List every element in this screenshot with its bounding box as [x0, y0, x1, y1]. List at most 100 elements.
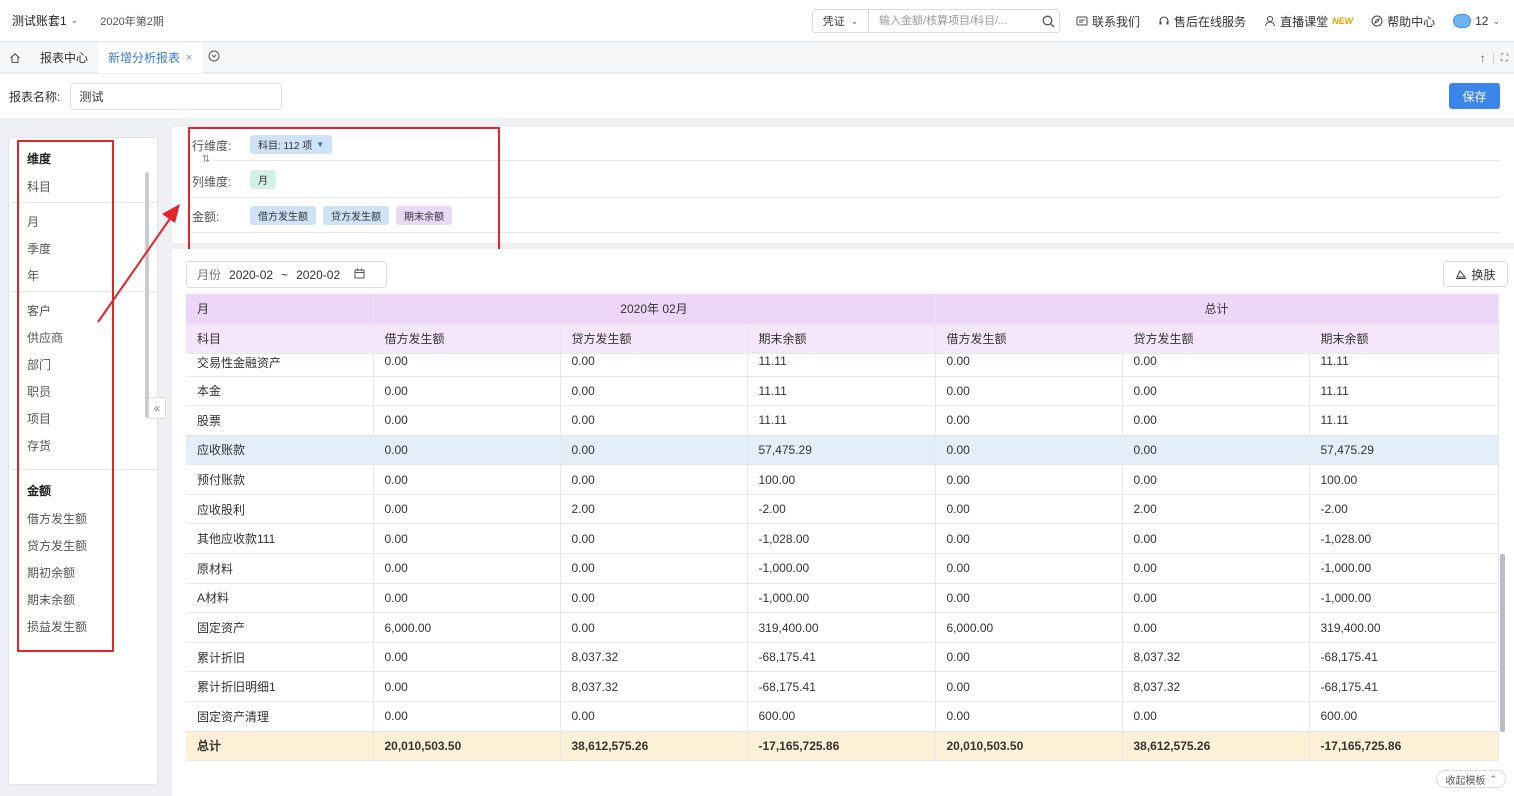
amount-cell: -1,028.00: [1309, 523, 1499, 555]
amount-cell: 0.00: [935, 553, 1123, 584]
amount-cell: 0.00: [1122, 701, 1310, 732]
table-row[interactable]: A材料 0.00 0.00 -1,000.00 0.00 0.00 -1,000.00: [186, 583, 1499, 614]
subject-cell: 应收账款: [186, 435, 374, 466]
amount-cell: 0.00: [373, 376, 561, 407]
amount-cell: 0.00: [373, 553, 561, 584]
amount-cell: -2.00: [747, 494, 936, 525]
amount-cell: 0.00: [935, 494, 1123, 525]
amount-cell: -68,175.41: [1309, 671, 1499, 703]
amount-cell: -2.00: [1309, 494, 1499, 525]
amount-cell: 0.00: [560, 583, 748, 614]
amount-cell: 2.00: [560, 494, 748, 525]
table-row[interactable]: 固定资产清理 0.00 0.00 600.00 0.00 0.00 600.00: [186, 701, 1499, 732]
amount-cell: 0.00: [1122, 583, 1310, 614]
amount-cell: 0.00: [935, 671, 1123, 703]
amount-cell: 0.00: [935, 701, 1123, 732]
subject-cell: 应收股利: [186, 494, 374, 525]
collapse-template-button[interactable]: 收起模板 ⌃: [1436, 770, 1506, 788]
table-row[interactable]: 固定资产 6,000.00 0.00 319,400.00 6,000.00 0.00 31…: [186, 612, 1499, 643]
amount-cell: 0.00: [373, 642, 561, 673]
amount-cell: 0.00: [560, 553, 748, 584]
table-row[interactable]: 股票 0.00 0.00 11.11 0.00 0.00 11.11: [186, 405, 1499, 436]
amount-cell: 57,475.29: [747, 435, 936, 466]
header-cell: 期末余额: [747, 324, 936, 354]
table-row[interactable]: 应收股利 0.00 2.00 -2.00 0.00 2.00 -2.00: [186, 494, 1499, 525]
table-row[interactable]: 本金 0.00 0.00 11.11 0.00 0.00 11.11: [186, 376, 1499, 407]
amount-cell: -1,000.00: [1309, 583, 1499, 614]
amount-cell: 100.00: [747, 464, 936, 495]
subject-cell: 本金: [186, 376, 374, 407]
amount-cell: 0.00: [935, 464, 1123, 495]
amount-cell: 11.11: [1309, 405, 1499, 436]
calendar-icon: [354, 268, 365, 282]
amount-cell: -68,175.41: [1309, 642, 1499, 673]
table-row[interactable]: 累计折旧 0.00 8,037.32 -68,175.41 0.00 8,037.32 -6…: [186, 642, 1499, 673]
amount-cell: 0.00: [373, 494, 561, 525]
header-cell: 贷方发生额: [560, 324, 748, 354]
amount-cell: 57,475.29: [1309, 435, 1499, 466]
subject-cell: 固定资产清理: [186, 701, 374, 732]
table-row[interactable]: 累计折旧明细1 0.00 8,037.32 -68,175.41 0.00 8,037.3…: [186, 671, 1499, 703]
table-total-row: 总计 20,010,503.50 38,612,575.26 -17,165,725.…: [186, 731, 1499, 761]
table-row[interactable]: 其他应收款111 0.00 0.00 -1,028.00 0.00 0.00 -1,028.…: [186, 523, 1499, 555]
amount-cell: 0.00: [560, 464, 748, 495]
subject-cell: 累计折旧明细1: [186, 671, 374, 703]
amount-cell: 319,400.00: [1309, 612, 1499, 643]
table-row[interactable]: 预付账款 0.00 0.00 100.00 0.00 0.00 100.00: [186, 464, 1499, 495]
amount-cell: 0.00: [560, 612, 748, 643]
amount-cell: 0.00: [373, 583, 561, 614]
amount-cell: 0.00: [935, 523, 1123, 555]
amount-cell: 0.00: [560, 353, 748, 377]
total-label-cell: 总计: [186, 731, 374, 761]
header-cell: 月: [186, 294, 374, 325]
amount-cell: 8,037.32: [560, 642, 748, 673]
report-table: 月 2020年 02月 总计 科目 借方发生额 贷方发生额 期末余额 借方发生额…: [186, 294, 1499, 761]
amount-cell: 11.11: [747, 353, 936, 377]
table-row[interactable]: 交易性金融资产 0.00 0.00 11.11 0.00 0.00 11.11: [186, 353, 1499, 377]
amount-cell: -1,000.00: [747, 553, 936, 584]
amount-cell: 0.00: [935, 642, 1123, 673]
amount-cell: 0.00: [1122, 612, 1310, 643]
month-range-separator: ~: [281, 267, 289, 282]
amount-cell: -68,175.41: [747, 642, 936, 673]
table-subheader-row: 科目 借方发生额 贷方发生额 期末余额 借方发生额 贷方发生额 期末余额: [186, 324, 1499, 354]
subject-cell: 累计折旧: [186, 642, 374, 673]
amount-cell: 0.00: [373, 523, 561, 555]
amount-cell: 0.00: [1122, 553, 1310, 584]
amount-cell: -1,028.00: [747, 523, 936, 555]
total-amount-cell: 20,010,503.50: [935, 731, 1123, 761]
month-range-picker[interactable]: 月份 2020-02 ~ 2020-02: [186, 261, 387, 288]
amount-cell: 0.00: [560, 435, 748, 466]
subject-cell: A材料: [186, 583, 374, 614]
amount-cell: 0.00: [935, 583, 1123, 614]
amount-cell: -1,000.00: [1309, 553, 1499, 584]
amount-cell: 8,037.32: [560, 671, 748, 703]
table-row[interactable]: 原材料 0.00 0.00 -1,000.00 0.00 0.00 -1,000.00: [186, 553, 1499, 584]
table-scrollbar[interactable]: [1500, 554, 1505, 732]
palette-icon: [1456, 270, 1467, 279]
amount-cell: 6,000.00: [935, 612, 1123, 643]
amount-cell: 0.00: [373, 671, 561, 703]
subject-cell: 其他应收款111: [186, 523, 374, 555]
amount-cell: 0.00: [1122, 405, 1310, 436]
report-table-area: 月份 2020-02 ~ 2020-02 换肤 月 2020年 02月 总计 科…: [172, 249, 1514, 796]
amount-cell: 8,037.32: [1122, 671, 1310, 703]
amount-cell: 0.00: [1122, 353, 1310, 377]
amount-cell: -1,000.00: [747, 583, 936, 614]
amount-cell: 0.00: [560, 376, 748, 407]
amount-cell: 600.00: [747, 701, 936, 732]
table-row[interactable]: 应收账款 0.00 0.00 57,475.29 0.00 0.00 57,475.29: [186, 435, 1499, 466]
change-skin-button[interactable]: 换肤: [1443, 261, 1508, 287]
amount-cell: 600.00: [1309, 701, 1499, 732]
amount-cell: 0.00: [373, 353, 561, 377]
total-amount-cell: -17,165,725.86: [1309, 731, 1499, 761]
amount-cell: 100.00: [1309, 464, 1499, 495]
amount-cell: 11.11: [1309, 353, 1499, 377]
amount-cell: 0.00: [1122, 464, 1310, 495]
header-cell: 贷方发生额: [1122, 324, 1310, 354]
amount-cell: 8,037.32: [1122, 642, 1310, 673]
amount-cell: 0.00: [560, 523, 748, 555]
subject-cell: 股票: [186, 405, 374, 436]
total-amount-cell: 38,612,575.26: [1122, 731, 1310, 761]
total-amount-cell: -17,165,725.86: [747, 731, 936, 761]
